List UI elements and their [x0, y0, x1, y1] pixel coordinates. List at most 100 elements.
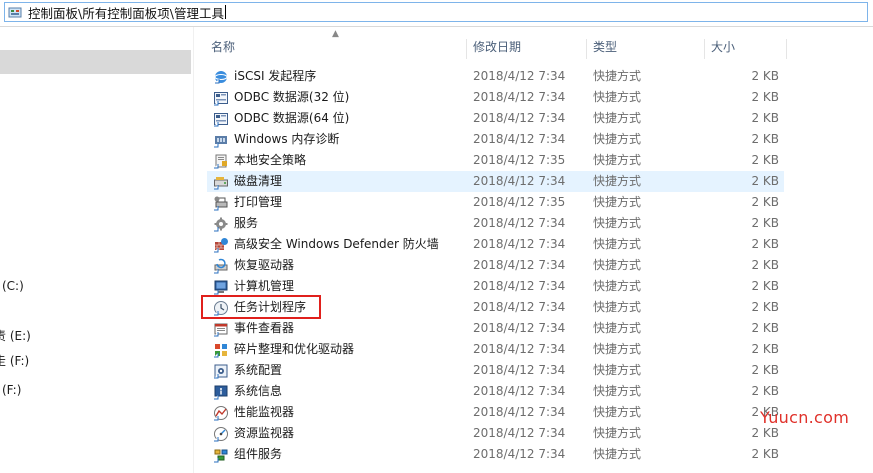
column-date[interactable]: 修改日期 [467, 39, 587, 59]
file-size: 2 KB [751, 384, 779, 398]
file-name-cell[interactable]: 性能监视器 [213, 402, 468, 423]
breadcrumb-control-panel[interactable]: 控制面板 [28, 6, 78, 21]
file-date: 2018/4/12 7:34 [473, 216, 566, 230]
file-row[interactable]: 恢复驱动器 2018/4/12 7:34 快捷方式 2 KB [207, 255, 784, 276]
file-size: 2 KB [751, 342, 779, 356]
file-name-cell[interactable]: 系统配置 [213, 360, 468, 381]
file-row[interactable]: 组件服务 2018/4/12 7:34 快捷方式 2 KB [207, 444, 784, 465]
file-type: 快捷方式 [593, 363, 642, 377]
file-name: ODBC 数据源(64 位) [234, 111, 350, 125]
file-name-cell[interactable]: 组件服务 [213, 444, 468, 465]
file-name-cell[interactable]: iSCSI 发起程序 [213, 66, 468, 87]
file-list: iSCSI 发起程序 2018/4/12 7:34 快捷方式 2 KB ODBC 数据源… [207, 66, 784, 465]
file-type: 快捷方式 [593, 405, 642, 419]
file-name-cell[interactable]: 事件查看器 [213, 318, 468, 339]
column-size[interactable]: 大小 [705, 39, 787, 59]
file-name-cell[interactable]: ODBC 数据源(64 位) [213, 108, 468, 129]
file-date: 2018/4/12 7:34 [473, 363, 566, 377]
recovery-drive-icon [213, 258, 229, 274]
file-name: 任务计划程序 [234, 300, 307, 314]
watermark: Yuucn.com [760, 408, 850, 427]
file-date: 2018/4/12 7:34 [473, 300, 566, 314]
breadcrumb-all-items[interactable]: 所有控制面板项 [82, 6, 170, 21]
column-type[interactable]: 类型 [587, 39, 705, 59]
file-size: 2 KB [751, 69, 779, 83]
file-row[interactable]: Windows 内存诊断 2018/4/12 7:34 快捷方式 2 KB [207, 129, 784, 150]
nav-selected-item[interactable] [0, 50, 191, 74]
file-row[interactable]: 资源监视器 2018/4/12 7:34 快捷方式 2 KB [207, 423, 784, 444]
file-type: 快捷方式 [593, 90, 642, 104]
file-row[interactable]: 系统配置 2018/4/12 7:34 快捷方式 2 KB [207, 360, 784, 381]
file-row[interactable]: 性能监视器 2018/4/12 7:34 快捷方式 2 KB [207, 402, 784, 423]
memory-diagnostic-icon [213, 132, 229, 148]
file-type: 快捷方式 [593, 153, 642, 167]
file-name: 打印管理 [234, 195, 283, 209]
file-row[interactable]: 高级安全 Windows Defender 防火墙 2018/4/12 7:34 快… [207, 234, 784, 255]
file-row[interactable]: 任务计划程序 2018/4/12 7:34 快捷方式 2 KB [207, 297, 784, 318]
file-size: 2 KB [751, 321, 779, 335]
nav-drive-f[interactable]: 走 (F:) [0, 352, 29, 369]
file-name: 碎片整理和优化驱动器 [234, 342, 355, 356]
file-name-cell[interactable]: 磁盘清理 [213, 171, 468, 192]
navigation-pane: (C:) 责 (E:) 走 (F:) (F:) [0, 27, 194, 473]
nav-drive-f2[interactable]: (F:) [2, 383, 21, 397]
nav-drive-e[interactable]: 责 (E:) [0, 327, 31, 344]
file-row[interactable]: ODBC 数据源(32 位) 2018/4/12 7:34 快捷方式 2 KB [207, 87, 784, 108]
file-name-cell[interactable]: 本地安全策略 [213, 150, 468, 171]
file-row[interactable]: 磁盘清理 2018/4/12 7:34 快捷方式 2 KB [207, 171, 784, 192]
file-row[interactable]: 事件查看器 2018/4/12 7:34 快捷方式 2 KB [207, 318, 784, 339]
security-policy-icon [213, 153, 229, 169]
file-name-cell[interactable]: 恢复驱动器 [213, 255, 468, 276]
computer-management-icon [213, 279, 229, 295]
file-name-cell[interactable]: 资源监视器 [213, 423, 468, 444]
file-name-cell[interactable]: 计算机管理 [213, 276, 468, 297]
task-scheduler-clock-icon [213, 300, 229, 316]
file-size: 2 KB [751, 132, 779, 146]
file-type: 快捷方式 [593, 111, 642, 125]
address-input[interactable]: 控制面板\所有控制面板项\管理工具 [4, 2, 868, 22]
file-row[interactable]: 打印管理 2018/4/12 7:35 快捷方式 2 KB [207, 192, 784, 213]
file-type: 快捷方式 [593, 258, 642, 272]
sort-ascending-icon: ▲ [332, 29, 339, 39]
file-size: 2 KB [751, 90, 779, 104]
file-name-cell[interactable]: 高级安全 Windows Defender 防火墙 [213, 234, 468, 255]
file-date: 2018/4/12 7:34 [473, 174, 566, 188]
file-type: 快捷方式 [593, 342, 642, 356]
nav-drive-c[interactable]: (C:) [2, 279, 24, 293]
file-name-cell[interactable]: 打印管理 [213, 192, 468, 213]
file-name-cell[interactable]: ODBC 数据源(32 位) [213, 87, 468, 108]
file-name-cell[interactable]: 服务 [213, 213, 468, 234]
file-row[interactable]: 碎片整理和优化驱动器 2018/4/12 7:34 快捷方式 2 KB [207, 339, 784, 360]
file-name: ODBC 数据源(32 位) [234, 90, 350, 104]
file-row[interactable]: 服务 2018/4/12 7:34 快捷方式 2 KB [207, 213, 784, 234]
file-type: 快捷方式 [593, 321, 642, 335]
file-row[interactable]: 计算机管理 2018/4/12 7:34 快捷方式 2 KB [207, 276, 784, 297]
file-row[interactable]: 系统信息 2018/4/12 7:34 快捷方式 2 KB [207, 381, 784, 402]
file-size: 2 KB [751, 447, 779, 461]
file-name: 计算机管理 [234, 279, 295, 293]
file-name-cell[interactable]: 碎片整理和优化驱动器 [213, 339, 468, 360]
iscsi-icon [213, 69, 229, 85]
file-type: 快捷方式 [593, 426, 642, 440]
file-row[interactable]: 本地安全策略 2018/4/12 7:35 快捷方式 2 KB [207, 150, 784, 171]
file-date: 2018/4/12 7:34 [473, 111, 566, 125]
file-row[interactable]: iSCSI 发起程序 2018/4/12 7:34 快捷方式 2 KB [207, 66, 784, 87]
file-name-cell[interactable]: 系统信息 [213, 381, 468, 402]
file-date: 2018/4/12 7:34 [473, 132, 566, 146]
disk-cleanup-icon [213, 174, 229, 190]
file-date: 2018/4/12 7:34 [473, 321, 566, 335]
file-date: 2018/4/12 7:34 [473, 237, 566, 251]
column-name[interactable]: 名称 [205, 39, 467, 59]
file-size: 2 KB [751, 237, 779, 251]
file-name-cell[interactable]: 任务计划程序 [213, 297, 468, 318]
file-name: Windows 内存诊断 [234, 132, 340, 146]
event-viewer-icon [213, 321, 229, 337]
file-name-cell[interactable]: Windows 内存诊断 [213, 129, 468, 150]
breadcrumb-admin-tools[interactable]: 管理工具 [174, 6, 224, 21]
control-panel-icon [8, 6, 22, 19]
file-size: 2 KB [751, 258, 779, 272]
file-size: 2 KB [751, 174, 779, 188]
file-date: 2018/4/12 7:34 [473, 90, 566, 104]
file-date: 2018/4/12 7:34 [473, 258, 566, 272]
file-row[interactable]: ODBC 数据源(64 位) 2018/4/12 7:34 快捷方式 2 KB [207, 108, 784, 129]
